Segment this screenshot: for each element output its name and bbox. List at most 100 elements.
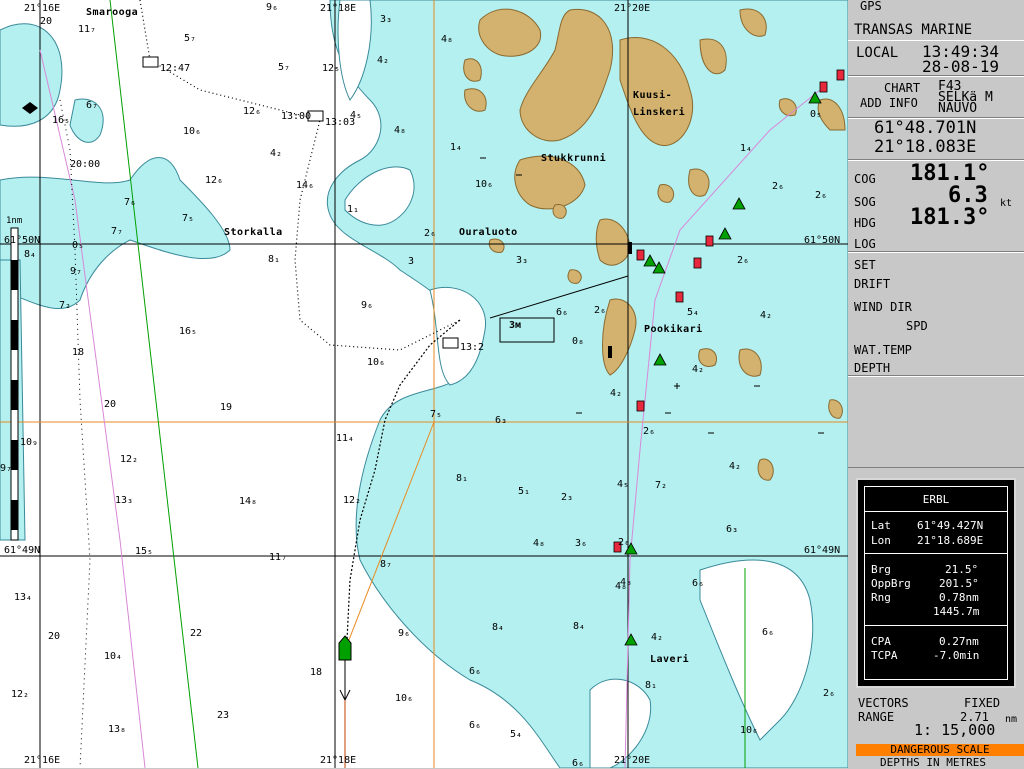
erbl-lat-label: Lat bbox=[871, 519, 891, 532]
erbl-oppbrg-label: OppBrg bbox=[871, 577, 911, 590]
depth-sounding: 14₈ bbox=[239, 496, 258, 507]
vectors-label: VECTORS bbox=[858, 696, 909, 710]
lon-label-bottom-1: 21°16E bbox=[24, 755, 61, 766]
lat-label-right-1: 61°50N bbox=[804, 235, 841, 246]
green-leading-line bbox=[109, 0, 199, 768]
depth-sounding: 2₆ bbox=[424, 228, 437, 239]
place-name-stukkrunni: Stukkrunni bbox=[541, 153, 607, 164]
local-time-box: LOCAL 13:49:34 28-08-19 bbox=[848, 40, 1024, 76]
log-label: LOG bbox=[854, 237, 876, 251]
depth-sounding: 3₆ bbox=[575, 538, 588, 549]
place-name-pookikari: Pookikari bbox=[644, 324, 703, 335]
depth-sounding: 6₆ bbox=[469, 720, 482, 731]
depth-sounding: 2₆ bbox=[643, 426, 656, 437]
erbl-cpa: 0.27nm bbox=[939, 635, 979, 648]
chart-scale: 1: 15,000 bbox=[914, 721, 996, 739]
depth-sounding: 20 bbox=[48, 631, 61, 642]
depth-sounding: 5₇ bbox=[184, 33, 197, 44]
track-time-label: 12:47 bbox=[160, 63, 191, 74]
depth-sounding: 7₆ bbox=[124, 197, 137, 208]
depth-sounding: 20 bbox=[104, 399, 117, 410]
depth-sounding: 8₄ bbox=[24, 249, 37, 260]
track-time-label: 20:00 bbox=[70, 159, 101, 170]
depths-unit-label: DEPTHS IN METRES bbox=[880, 756, 986, 769]
depth-sounding: 4₈ bbox=[394, 125, 407, 136]
depth-sounding: 5₇ bbox=[278, 62, 291, 73]
depth-sounding: 7₅ bbox=[430, 409, 443, 420]
depth-sounding: 4₂ bbox=[729, 461, 742, 472]
track-time-label: 13:2 bbox=[460, 342, 485, 353]
depth-sounding: 6₆ bbox=[572, 758, 585, 769]
depth-sounding: 13₈ bbox=[108, 724, 127, 735]
depth-sounding: 8₁ bbox=[456, 473, 469, 484]
depth-sounding: 7₂ bbox=[59, 300, 72, 311]
depth-sounding: 16₅ bbox=[179, 326, 198, 337]
depth-sounding: 0₅ bbox=[810, 109, 823, 120]
depth-sounding: 4₈ bbox=[620, 577, 633, 588]
depth-sounding: 1₁ bbox=[347, 204, 360, 215]
erbl-rng-label: Rng bbox=[871, 591, 891, 604]
wind-dir-label: WIND DIR bbox=[854, 300, 912, 314]
place-name-linskeri: Linskeri bbox=[633, 107, 686, 118]
lat-label-right-2: 61°49N bbox=[804, 545, 841, 556]
erbl-lon: 21°18.689E bbox=[917, 534, 984, 547]
wind-spd-label: SPD bbox=[906, 319, 928, 333]
depth-sounding: 13₃ bbox=[115, 495, 134, 506]
erbl-window[interactable]: ERBL Lat 61°49.427N Lon 21°18.689E Brg 2… bbox=[856, 478, 1016, 688]
lon-label-bottom-2: 21°18E bbox=[320, 755, 357, 766]
hdg-label: HDG bbox=[854, 216, 876, 230]
sog-label: SOG bbox=[854, 195, 876, 209]
depth-sounding: 18 bbox=[310, 667, 323, 678]
depth-sounding: 6₃ bbox=[726, 524, 739, 535]
depth-sounding: 4₂ bbox=[760, 310, 773, 321]
depth-sounding: 12₂ bbox=[120, 454, 139, 465]
sog-unit: kt bbox=[1000, 198, 1013, 209]
nautical-chart[interactable]: 21°16E 21°18E 21°20E 21°16E 21°18E 21°20… bbox=[0, 0, 848, 768]
depth-sounding: 8₁ bbox=[268, 254, 281, 265]
depth-sounding: 2₃ bbox=[561, 492, 574, 503]
drift-label: DRIFT bbox=[854, 277, 891, 291]
lon-label-top-1: 21°16E bbox=[24, 3, 61, 14]
depth-sounding: 10₆ bbox=[395, 693, 414, 704]
depth-sounding: 8₄ bbox=[492, 622, 505, 633]
depth-sounding: 4₈ bbox=[441, 34, 454, 45]
erbl-rng-m: 1445.7m bbox=[933, 605, 980, 618]
environment-box: SET DRIFT WIND DIR SPD WAT.TEMP DEPTH bbox=[848, 252, 1024, 376]
set-label: SET bbox=[854, 258, 876, 272]
dangerous-scale-warning: DANGEROUS SCALE bbox=[856, 744, 1024, 756]
depth-sounding: 12₅ bbox=[322, 63, 341, 74]
chart-graphics bbox=[0, 0, 848, 768]
pink-route-west bbox=[39, 49, 146, 768]
place-name-ouraluoto: Ouraluoto bbox=[459, 227, 518, 238]
chart-label: CHART bbox=[884, 81, 921, 95]
depth-sounding: 10₆ bbox=[367, 357, 386, 368]
depth-sounding: 13₄ bbox=[14, 592, 33, 603]
erbl-cpa-label: CPA bbox=[871, 635, 891, 648]
erbl-brg-label: Brg bbox=[871, 563, 891, 576]
depth-sounding: 9₆ bbox=[266, 2, 279, 13]
depth-sounding: 2₆ bbox=[815, 190, 828, 201]
sounding-box-label: 3м bbox=[509, 320, 522, 331]
depth-sounding: 4₂ bbox=[651, 632, 664, 643]
depth-sounding: 8₇ bbox=[380, 559, 393, 570]
depth-sounding: 11₇ bbox=[269, 552, 288, 563]
range-label: RANGE bbox=[858, 710, 895, 724]
position-box: 61°48.701N 21°18.083E bbox=[848, 118, 1024, 160]
hdg-value: 181.3° bbox=[910, 205, 990, 230]
erbl-rng-nm: 0.78nm bbox=[939, 591, 979, 604]
depth-sounding: 6₆ bbox=[692, 578, 705, 589]
scale-bar-label: 1nm bbox=[6, 216, 23, 226]
depth-sounding: 12₆ bbox=[205, 175, 224, 186]
empty-box bbox=[848, 376, 1024, 468]
depth-sounding: 9₇ bbox=[0, 463, 13, 474]
track-time-label: 13:00 bbox=[281, 111, 312, 122]
depth-sounding: 4₅ bbox=[350, 110, 363, 121]
scale-bar bbox=[10, 227, 19, 541]
lat-label-left-1: 61°50N bbox=[4, 235, 41, 246]
depth-sounding: 6₇ bbox=[86, 100, 99, 111]
erbl-tcpa: -7.0min bbox=[933, 649, 980, 662]
wat-temp-label: WAT.TEMP bbox=[854, 343, 912, 357]
erbl-tcpa-label: TCPA bbox=[871, 649, 898, 662]
depth-sounding: 23 bbox=[217, 710, 230, 721]
chart-info-box: CHART F43 ADD INFO SELKä M NAUVO bbox=[848, 76, 1024, 118]
